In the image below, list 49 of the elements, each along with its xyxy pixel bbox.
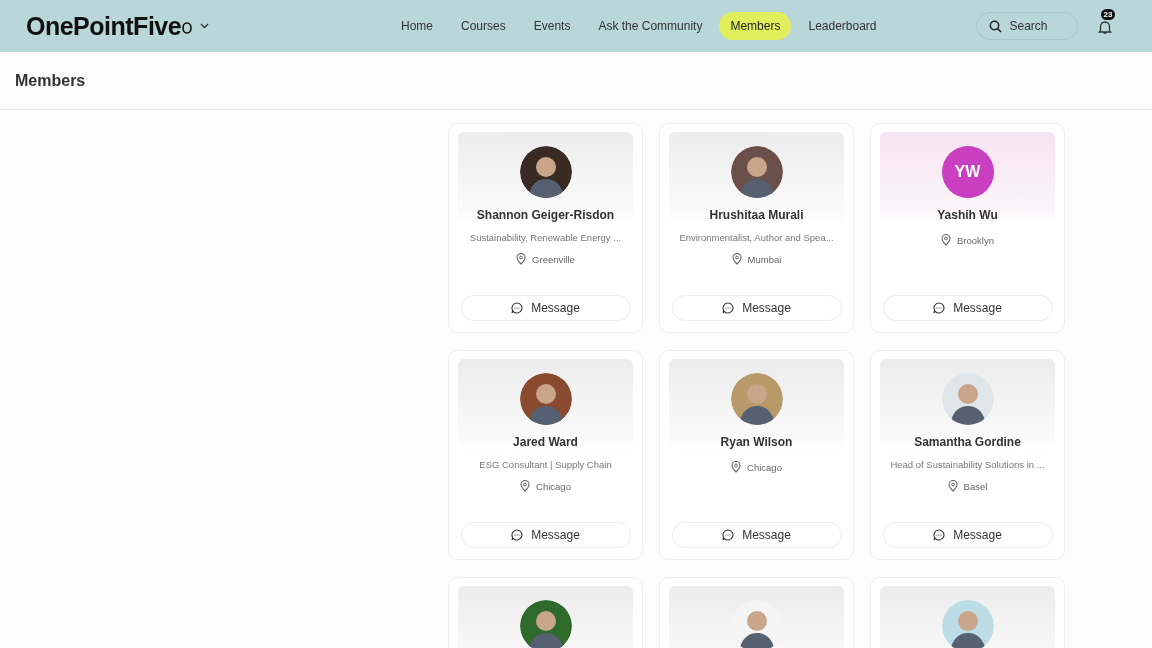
member-name[interactable]: Ryan Wilson bbox=[720, 435, 793, 449]
member-location: Basel bbox=[963, 480, 988, 492]
member-bio: Head of Sustainability Solutions in ... bbox=[890, 459, 1045, 470]
member-location: Mumbai bbox=[747, 253, 782, 265]
message-button[interactable]: Message bbox=[882, 522, 1053, 548]
member-location: Chicago bbox=[536, 480, 571, 492]
nav-tab[interactable]: Leaderboard bbox=[797, 12, 888, 40]
message-button[interactable]: Message bbox=[671, 522, 842, 548]
chat-bubble-icon bbox=[722, 529, 735, 541]
search-icon bbox=[988, 20, 1002, 33]
nav-tab[interactable]: Ask the Community bbox=[587, 12, 714, 40]
message-button[interactable]: Message bbox=[882, 295, 1053, 321]
member-name[interactable]: Yashih Wu bbox=[937, 208, 998, 222]
location-pin-icon bbox=[516, 253, 527, 265]
search-field[interactable]: Search bbox=[975, 12, 1078, 40]
page-title: Members bbox=[15, 71, 86, 90]
chat-bubble-icon bbox=[933, 529, 946, 541]
member-name[interactable]: Shannon Geiger-Risdon bbox=[476, 208, 615, 222]
nav-tab[interactable]: Courses bbox=[450, 12, 517, 40]
nav-tab[interactable]: Home bbox=[390, 12, 444, 40]
avatar: YW bbox=[941, 146, 994, 198]
location-pin-icon bbox=[941, 234, 951, 246]
logo-mark-icon bbox=[182, 21, 193, 34]
location-pin-icon bbox=[520, 480, 531, 492]
message-button[interactable]: Message bbox=[460, 295, 631, 321]
location-pin-icon bbox=[731, 253, 742, 265]
member-location: Brooklyn bbox=[957, 234, 994, 246]
chat-bubble-icon bbox=[511, 302, 524, 314]
message-button[interactable]: Message bbox=[460, 522, 631, 548]
chat-bubble-icon bbox=[933, 302, 946, 314]
chat-bubble-icon bbox=[511, 529, 524, 541]
chevron-down-icon[interactable] bbox=[200, 23, 210, 29]
location-pin-icon bbox=[731, 461, 742, 473]
logo[interactable]: OnePointFive bbox=[26, 11, 182, 41]
chat-bubble-icon bbox=[722, 302, 735, 314]
member-location: Chicago bbox=[747, 461, 782, 473]
member-bio: Environmentalist, Author and Spea... bbox=[679, 232, 834, 243]
member-location: Greenville bbox=[532, 253, 575, 265]
member-name[interactable]: Samantha Gordine bbox=[914, 435, 1021, 449]
message-button[interactable]: Message bbox=[671, 295, 842, 321]
bell-icon[interactable] bbox=[1097, 19, 1112, 35]
member-bio: Sustainability, Renewable Energy ... bbox=[469, 232, 622, 243]
notification-badge: 23 bbox=[1100, 8, 1116, 20]
member-name[interactable]: Jared Ward bbox=[513, 435, 578, 449]
member-bio: ESG Consultant | Supply Chain bbox=[479, 459, 612, 470]
nav-tab[interactable]: Events bbox=[522, 12, 582, 40]
location-pin-icon bbox=[947, 480, 958, 492]
member-name[interactable]: Hrushitaa Murali bbox=[709, 208, 804, 222]
nav-tab[interactable]: Members bbox=[719, 12, 792, 40]
